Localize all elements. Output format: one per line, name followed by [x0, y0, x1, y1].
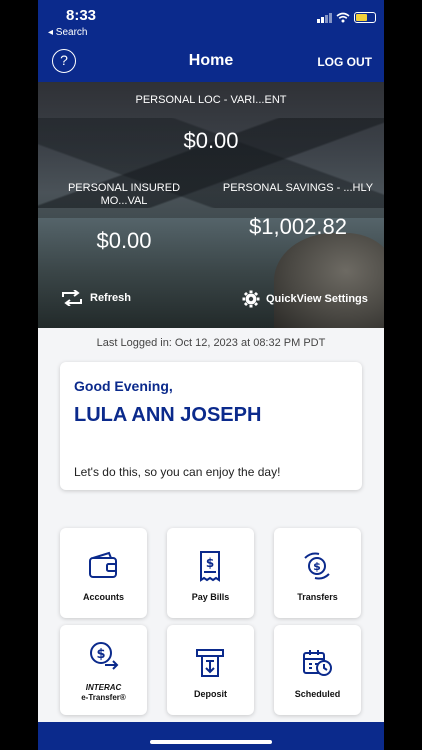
- top-nav: ? Home LOG OUT: [38, 40, 384, 82]
- accounts-tile-label: Accounts: [82, 592, 124, 602]
- greeting-message: Let's do this, so you can enjoy the day!: [74, 465, 281, 479]
- svg-text:$: $: [313, 560, 321, 573]
- transfers-tile[interactable]: $ Transfers: [274, 528, 361, 618]
- svg-text:$: $: [206, 556, 214, 570]
- refresh-label: Refresh: [90, 292, 131, 304]
- refresh-button[interactable]: Refresh: [60, 290, 131, 306]
- wallet-icon: [89, 551, 117, 578]
- pay-bills-tile[interactable]: $ Pay Bills: [167, 528, 254, 618]
- accounts-tile[interactable]: Accounts: [60, 528, 147, 618]
- bottom-bar: [38, 722, 384, 750]
- gear-icon: [242, 290, 260, 308]
- signal-icon: [317, 13, 332, 23]
- deposit-icon: [196, 649, 224, 677]
- greeting-card: Good Evening, LULA ANN JOSEPH Let's do t…: [60, 362, 362, 490]
- transfer-icon: $: [304, 552, 330, 580]
- account-name-loc[interactable]: PERSONAL LOC - VARI...ENT: [88, 94, 334, 107]
- deposit-tile[interactable]: Deposit: [167, 625, 254, 715]
- quickview-settings-button[interactable]: QuickView Settings: [242, 290, 368, 308]
- status-bar: 8:33 ◂ Search: [38, 0, 384, 40]
- account-balance-loc[interactable]: $0.00: [88, 128, 334, 154]
- bill-icon: $: [200, 551, 220, 582]
- wifi-icon: [336, 12, 350, 23]
- account-name-insured[interactable]: PERSONAL INSURED MO...VAL: [66, 182, 182, 208]
- account-balance-savings[interactable]: $1,002.82: [218, 214, 378, 240]
- quickview-panel: PERSONAL LOC - VARI...ENT $0.00 PERSONAL…: [38, 82, 384, 328]
- greeting-salutation: Good Evening,: [74, 378, 173, 394]
- greeting-user-name: LULA ANN JOSEPH: [74, 404, 262, 426]
- home-indicator[interactable]: [150, 740, 272, 744]
- battery-icon: [354, 12, 376, 23]
- interac-sub-label: e-Transfer®: [81, 693, 126, 702]
- interac-etransfer-tile[interactable]: $ INTERAC e-Transfer®: [60, 625, 147, 715]
- logout-button[interactable]: LOG OUT: [317, 55, 372, 69]
- calendar-clock-icon: [303, 650, 332, 676]
- svg-text:$: $: [96, 647, 105, 662]
- etransfer-icon: $: [90, 642, 119, 670]
- interac-brand-label: INTERAC: [85, 683, 122, 692]
- status-time: 8:33: [66, 7, 97, 24]
- scheduled-tile-label: Scheduled: [294, 689, 341, 699]
- scheduled-tile[interactable]: Scheduled: [274, 625, 361, 715]
- status-icons: [317, 12, 376, 23]
- interac-tile-label: INTERAC e-Transfer®: [60, 683, 147, 703]
- rock-background: [274, 233, 384, 328]
- last-logged-in: Last Logged in: Oct 12, 2023 at 08:32 PM…: [96, 337, 326, 349]
- app-screen: 8:33 ◂ Search ? Home LOG OUT PERSONAL LO…: [38, 0, 384, 750]
- main-content: Last Logged in: Oct 12, 2023 at 08:32 PM…: [38, 328, 384, 722]
- quickview-settings-label: QuickView Settings: [266, 293, 368, 305]
- account-balance-insured[interactable]: $0.00: [66, 228, 182, 254]
- transfers-tile-label: Transfers: [297, 592, 338, 602]
- back-to-search-link[interactable]: ◂ Search: [48, 27, 87, 38]
- deposit-tile-label: Deposit: [193, 689, 227, 699]
- refresh-icon: [62, 290, 82, 306]
- account-name-savings[interactable]: PERSONAL SAVINGS - ...HLY: [218, 182, 378, 195]
- pay-bills-tile-label: Pay Bills: [191, 592, 230, 602]
